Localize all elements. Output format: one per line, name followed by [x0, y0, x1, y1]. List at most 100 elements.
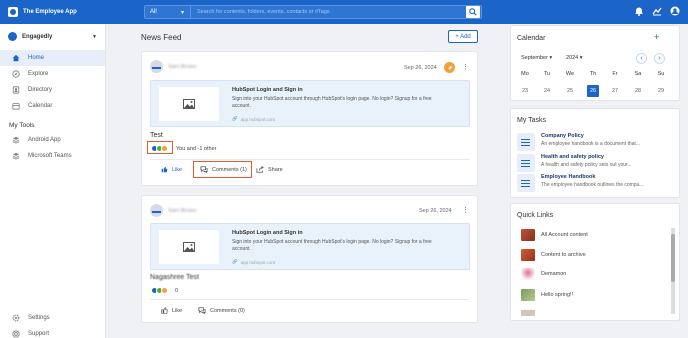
analytics-icon[interactable] [652, 6, 662, 16]
like-label: Like [172, 166, 183, 173]
sidebar-item-settings[interactable]: Settings [0, 310, 106, 326]
reactions-summary[interactable]: You and -1 other [176, 146, 216, 152]
task-description: A health and safety policy sets out your… [541, 162, 632, 168]
task-item[interactable]: Employee Handbook The employee handbook o… [517, 174, 651, 192]
calendar-day[interactable]: 28 [632, 85, 644, 97]
reactions-highlight [147, 141, 173, 154]
link-title: HubSpot Login and Sign in [232, 87, 303, 93]
reaction-icons[interactable] [151, 287, 168, 294]
calendar-day[interactable]: 23 [519, 85, 531, 97]
org-switcher[interactable]: Engagedly ▼ [0, 24, 105, 41]
quick-links-widget: Quick Links All Account content Content … [510, 203, 680, 321]
sidebar-item-label: Settings [28, 315, 50, 321]
quick-link-item[interactable]: Content to archive [521, 249, 586, 261]
quick-link-item[interactable]: Hello spring!! [521, 289, 573, 301]
search-scope-select[interactable]: All ▾ [145, 6, 191, 18]
calendar-day-today[interactable]: 26 [587, 85, 599, 97]
sidebar-item-directory[interactable]: Directory [0, 82, 105, 98]
avatar[interactable] [150, 60, 163, 73]
pin-badge-icon[interactable] [444, 62, 455, 73]
search-button[interactable] [466, 6, 480, 18]
more-options-icon[interactable]: ⋮ [462, 63, 469, 71]
org-name: Engagedly [22, 33, 53, 40]
comment-icon [198, 307, 206, 314]
year-select[interactable]: 2024 ▾ [566, 55, 583, 61]
calendar-title: Calendar [517, 35, 546, 42]
app-logo[interactable]: The Employee App [0, 7, 140, 17]
sidebar-item-label: Android App [28, 137, 61, 143]
next-month-button[interactable]: › [654, 53, 665, 64]
scrollbar-thumb[interactable] [671, 234, 675, 282]
org-icon [8, 32, 17, 41]
sidebar-item-calendar[interactable]: Calendar [0, 98, 105, 114]
post-card: Sam Brown Sep 26, 2024 ⋮ HubSpot Login a… [141, 195, 478, 323]
list-icon [517, 174, 535, 192]
caret-down-icon: ▼ [92, 33, 97, 40]
bell-icon[interactable] [634, 6, 644, 16]
link-description: Sign into your HubSpot account through H… [232, 96, 432, 109]
sidebar-item-label: Support [28, 331, 50, 337]
link-url[interactable]: 🔗 app.hubspot.com [232, 116, 275, 122]
link-description: Sign into your HubSpot account through H… [232, 239, 432, 252]
quick-link-thumbnail [521, 289, 535, 301]
like-button[interactable]: Like [161, 307, 182, 314]
comments-label: Comments (0) [210, 307, 245, 314]
post-author[interactable]: Sam Brown [168, 64, 196, 70]
quick-link-thumbnail [521, 310, 535, 316]
quick-link-item[interactable]: All Account content [521, 229, 588, 241]
divider [150, 159, 470, 160]
image-placeholder-icon [159, 230, 219, 264]
post-title: Nagashree Test [150, 274, 199, 281]
list-icon [517, 133, 535, 151]
link-preview[interactable]: HubSpot Login and Sign in Sign into your… [150, 80, 470, 127]
sidebar-item-label: Explore [28, 71, 49, 77]
add-event-icon[interactable]: + [654, 32, 659, 42]
prev-month-button[interactable]: ‹ [636, 53, 647, 64]
support-icon [12, 330, 20, 338]
user-avatar[interactable] [670, 6, 680, 16]
calendar-icon [12, 102, 20, 110]
link-preview[interactable]: HubSpot Login and Sign in Sign into your… [150, 223, 470, 270]
weekday-label: Th [589, 71, 597, 77]
app-logo-icon [8, 7, 18, 17]
calendar-day[interactable]: 29 [655, 85, 667, 97]
more-options-icon[interactable]: ⋮ [462, 206, 469, 214]
task-item[interactable]: Company Policy An employee handbook is a … [517, 133, 651, 151]
search-input[interactable]: Search for contents, folders, events, co… [191, 9, 466, 15]
quick-link-item-partial[interactable] [521, 310, 541, 316]
post-author[interactable]: Sam Brown [168, 208, 196, 214]
task-item[interactable]: Health and safety policy A health and saf… [517, 154, 651, 172]
share-button[interactable]: Share [256, 166, 283, 173]
weekday-label: Mo [521, 71, 529, 77]
directory-icon [12, 86, 20, 94]
sidebar-item-home[interactable]: Home [0, 50, 105, 66]
task-title: Health and safety policy [541, 154, 604, 160]
reactions-count[interactable]: 0 [175, 288, 178, 294]
sidebar-item-microsoft-teams[interactable]: Microsoft Teams [0, 148, 105, 164]
quick-links-title: Quick Links [517, 212, 554, 219]
like-button[interactable]: Like [161, 166, 182, 173]
year-value: 2024 [566, 55, 579, 61]
link-title: HubSpot Login and Sign in [232, 230, 303, 236]
sidebar-item-explore[interactable]: Explore [0, 66, 105, 82]
quick-link-thumbnail [521, 249, 535, 261]
avatar[interactable] [150, 204, 163, 217]
sidebar-item-label: Home [28, 55, 45, 61]
quick-link-item[interactable]: Demamon [521, 268, 566, 280]
sidebar-item-android-app[interactable]: Android App [0, 132, 105, 148]
month-select[interactable]: September ▾ [521, 55, 552, 61]
add-post-button[interactable]: + Add [448, 30, 478, 43]
calendar-day[interactable]: 25 [564, 85, 576, 97]
quick-link-label: Content to archive [541, 252, 586, 258]
calendar-day[interactable]: 27 [609, 85, 621, 97]
link-url[interactable]: 🔗 app.hubspot.com [232, 259, 275, 265]
sidebar: Engagedly ▼ Home Explore Directory Calen… [0, 24, 106, 338]
calendar-day[interactable]: 24 [541, 85, 553, 97]
sidebar-item-support[interactable]: Support [0, 326, 106, 338]
sidebar-item-label: Directory [28, 87, 53, 93]
quick-link-label: Hello spring!! [541, 292, 574, 298]
comments-button[interactable]: Comments (0) [198, 307, 245, 314]
post-title: Test [150, 132, 163, 139]
quick-link-label: Demamon [541, 271, 567, 277]
app-stack-icon [12, 152, 20, 160]
